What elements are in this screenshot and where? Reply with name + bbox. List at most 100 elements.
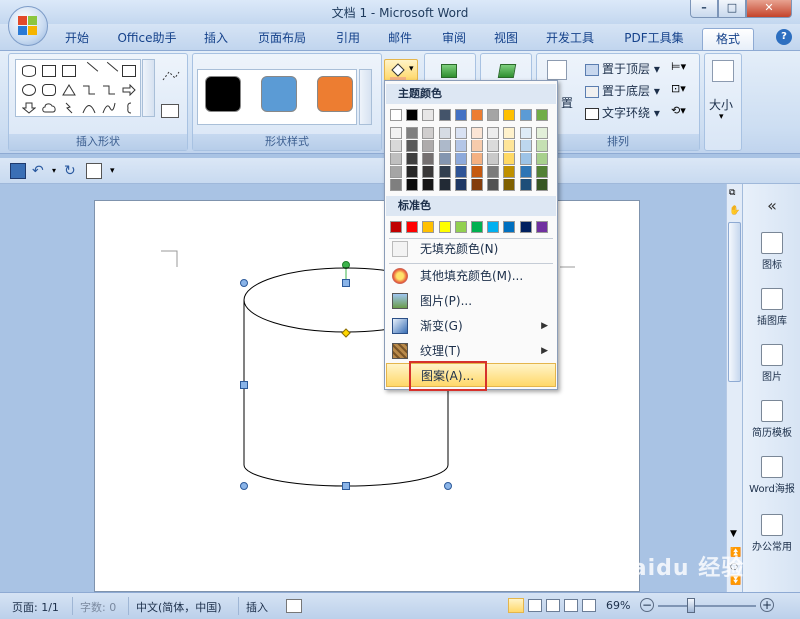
theme-shade-swatch[interactable] <box>503 153 516 165</box>
theme-color-swatch[interactable] <box>406 109 419 121</box>
theme-shade-swatch[interactable] <box>503 166 516 178</box>
theme-shade-swatch[interactable] <box>487 140 500 152</box>
zoom-slider[interactable] <box>658 605 756 607</box>
theme-shade-swatch[interactable] <box>390 140 402 152</box>
resize-handle-tl[interactable] <box>240 279 248 287</box>
theme-color-swatch[interactable] <box>535 109 548 121</box>
theme-shade-swatch[interactable] <box>519 179 532 191</box>
theme-shade-swatch[interactable] <box>438 153 451 165</box>
sidebar-item-icons[interactable]: 图标 <box>743 232 800 271</box>
theme-color-swatch[interactable] <box>390 109 402 121</box>
theme-color-swatch[interactable] <box>471 109 483 121</box>
insert-mode[interactable]: 插入 <box>246 599 268 615</box>
standard-color-swatch[interactable] <box>503 221 516 233</box>
no-fill-item[interactable]: 无填充颜色(N) <box>386 237 556 261</box>
theme-shade-swatch[interactable] <box>471 153 483 165</box>
sidebar-item-poster[interactable]: Word海报 <box>743 456 800 495</box>
tab-format[interactable]: 格式 <box>702 28 754 50</box>
position-label[interactable]: 置 <box>561 94 573 111</box>
redo-icon[interactable]: ↻ <box>64 163 80 179</box>
group-icon[interactable]: ⊡▾ <box>671 82 686 95</box>
office-button[interactable] <box>8 6 48 46</box>
theme-shade-swatch[interactable] <box>503 127 516 139</box>
style-black-swatch[interactable] <box>205 76 241 112</box>
resize-handle-left[interactable] <box>240 381 248 389</box>
shape-gallery[interactable] <box>15 59 141 117</box>
theme-color-swatch[interactable] <box>519 109 532 121</box>
theme-shade-swatch[interactable] <box>487 166 500 178</box>
theme-color-swatch[interactable] <box>422 109 435 121</box>
brace-shape-icon[interactable] <box>122 102 136 114</box>
theme-shade-swatch[interactable] <box>535 153 548 165</box>
arc-shape-icon[interactable] <box>82 102 96 114</box>
theme-shade-swatch[interactable] <box>454 179 467 191</box>
textbox-shape-icon[interactable] <box>42 65 56 77</box>
language-status[interactable]: 中文(简体，中国) <box>136 599 222 615</box>
theme-shade-swatch[interactable] <box>454 140 467 152</box>
curve-shape-icon[interactable] <box>102 102 116 114</box>
theme-shade-swatch[interactable] <box>454 166 467 178</box>
cylinder-shape-icon[interactable] <box>22 65 36 77</box>
text-wrap-button[interactable]: 文字环绕 ▾ <box>585 104 660 121</box>
tab-developer[interactable]: 开发工具 <box>536 28 604 50</box>
help-icon[interactable]: ? <box>776 29 792 45</box>
ruler-toggle-icon[interactable]: ⧉ <box>729 188 741 200</box>
elbow-connector-icon[interactable] <box>82 84 96 96</box>
3d-effects-icon[interactable] <box>497 64 517 78</box>
pan-hand-icon[interactable]: ✋ <box>729 206 741 218</box>
align-icon[interactable]: ⊨▾ <box>671 60 686 73</box>
theme-shade-swatch[interactable] <box>487 127 500 139</box>
theme-shade-swatch[interactable] <box>471 140 483 152</box>
draft-view-icon[interactable] <box>582 599 596 612</box>
tab-page-layout[interactable]: 页面布局 <box>248 28 316 50</box>
theme-shade-swatch[interactable] <box>438 127 451 139</box>
theme-shade-swatch[interactable] <box>535 179 548 191</box>
vertical-scrollbar[interactable]: ⧉ ✋ ▼ ⏫ ○ ⏬ <box>726 184 742 592</box>
theme-shade-swatch[interactable] <box>406 179 419 191</box>
theme-shade-swatch[interactable] <box>471 166 483 178</box>
zoom-out-icon[interactable]: − <box>640 598 654 612</box>
theme-color-swatch[interactable] <box>438 109 451 121</box>
theme-shade-swatch[interactable] <box>422 179 435 191</box>
sidebar-item-office[interactable]: 办公常用 <box>743 514 800 553</box>
size-icon[interactable] <box>712 60 734 82</box>
customize-qat-icon[interactable]: ▾ <box>110 163 126 179</box>
minimize-button[interactable]: – <box>690 0 718 18</box>
rectangle-shape-icon[interactable] <box>122 65 136 77</box>
theme-color-swatch[interactable] <box>454 109 467 121</box>
sidebar-item-illustrations[interactable]: 插图库 <box>743 288 800 327</box>
vertical-textbox-icon[interactable] <box>62 65 76 77</box>
standard-color-swatch[interactable] <box>406 221 419 233</box>
web-layout-view-icon[interactable] <box>546 599 560 612</box>
gradient-fill-item[interactable]: 渐变(G) ▶ <box>386 314 556 338</box>
full-screen-view-icon[interactable] <box>528 599 542 612</box>
rotate-handle[interactable] <box>342 261 350 269</box>
theme-shade-swatch[interactable] <box>390 166 402 178</box>
word-count[interactable]: 字数: 0 <box>80 599 116 615</box>
sidebar-collapse-icon[interactable]: « <box>743 196 800 215</box>
theme-shade-swatch[interactable] <box>422 127 435 139</box>
theme-shade-swatch[interactable] <box>390 153 402 165</box>
resize-handle-br[interactable] <box>444 482 452 490</box>
theme-shade-swatch[interactable] <box>438 166 451 178</box>
standard-color-swatch[interactable] <box>422 221 435 233</box>
theme-shade-swatch[interactable] <box>535 127 548 139</box>
triangle-shape-icon[interactable] <box>62 84 76 96</box>
shadow-effects-icon[interactable] <box>441 64 457 78</box>
theme-shade-swatch[interactable] <box>503 140 516 152</box>
bring-to-front-button[interactable]: 置于顶层 ▾ <box>585 60 660 77</box>
theme-shade-swatch[interactable] <box>535 140 548 152</box>
texture-fill-item[interactable]: 纹理(T) ▶ <box>386 339 556 363</box>
tab-mailings[interactable]: 邮件 <box>378 28 422 50</box>
theme-shade-swatch[interactable] <box>535 166 548 178</box>
shape-gallery-scroll[interactable] <box>142 59 155 117</box>
resize-handle-bl[interactable] <box>240 482 248 490</box>
theme-shade-swatch[interactable] <box>390 127 402 139</box>
standard-color-swatch[interactable] <box>471 221 483 233</box>
print-layout-view-icon[interactable] <box>508 598 524 613</box>
style-orange-swatch[interactable] <box>317 76 353 112</box>
zoom-level[interactable]: 69% <box>606 599 630 612</box>
more-fill-colors-item[interactable]: 其他填充颜色(M)... <box>386 264 556 288</box>
theme-shade-swatch[interactable] <box>422 140 435 152</box>
tab-references[interactable]: 引用 <box>326 28 370 50</box>
